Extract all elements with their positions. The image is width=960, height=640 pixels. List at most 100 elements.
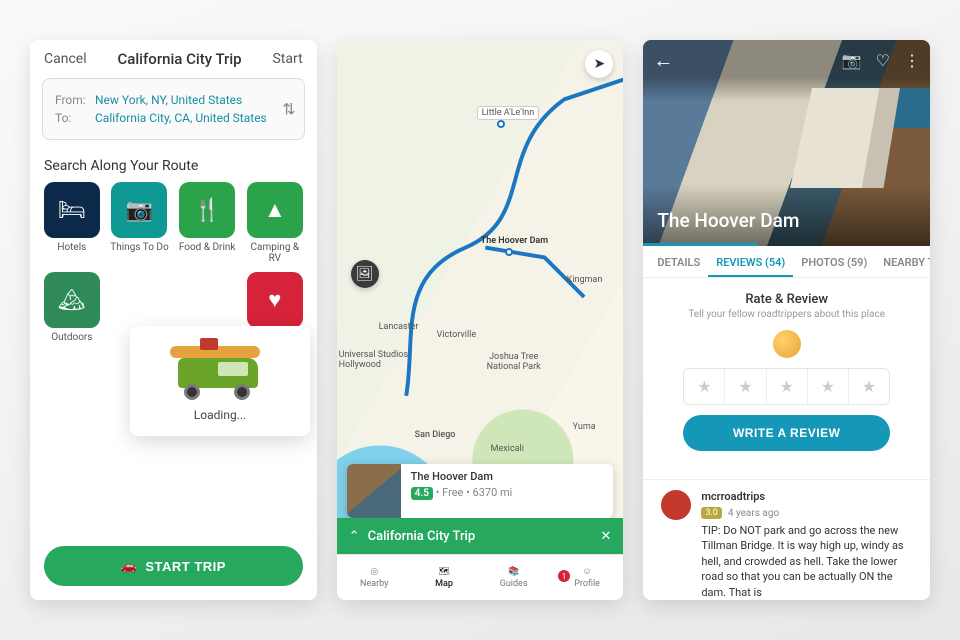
loading-text: Loading... (194, 408, 246, 422)
coin-icon (773, 330, 801, 358)
swap-icon[interactable]: ⇅ (282, 100, 295, 119)
camera-icon[interactable]: 📷 (842, 51, 862, 70)
bottom-nav: ◎ Nearby 🗺 Map 📚Guides ☺ Profile 1 (337, 554, 624, 600)
tab-nearby[interactable]: NEARBY TRIPS (875, 246, 930, 277)
photos-toggle-button[interactable]: 🖼 (351, 260, 379, 288)
map-label-universal: Universal Studios Hollywood (339, 350, 408, 370)
category-camping-rv[interactable]: ▲ Camping & RV (245, 182, 305, 264)
food-icon: 🍴 (193, 198, 220, 223)
category-label: Food & Drink (179, 242, 236, 253)
review-age: 4 years ago (728, 508, 779, 519)
review-item: mcrroadtrips 3.0 4 years ago TIP: Do NOT… (643, 479, 930, 600)
place-popup-card[interactable]: The Hoover Dam 4.5 • Free • 6370 mi (347, 464, 614, 518)
trip-bar-title: California City Trip (368, 529, 476, 544)
start-trip-label: START TRIP (145, 559, 226, 574)
nav-label: Profile (574, 579, 600, 589)
nearby-icon: ◎ (370, 567, 378, 577)
star-3[interactable]: ★ (767, 369, 808, 404)
nav-guides[interactable]: 📚Guides (500, 567, 528, 589)
avatar[interactable] (661, 490, 691, 520)
rate-title: Rate & Review (661, 292, 912, 307)
map-pin-hoover[interactable] (505, 248, 513, 256)
page-title: California City Trip (117, 50, 241, 68)
heart-icon[interactable]: ♡ (876, 51, 890, 70)
review-text: TIP: Do NOT park and go across the new T… (701, 523, 912, 600)
tab-photos[interactable]: PHOTOS (59) (793, 246, 875, 277)
from-value[interactable]: New York, NY, United States (95, 93, 242, 107)
map-label-yuma: Yuma (573, 422, 596, 432)
category-label: Things To Do (110, 242, 168, 253)
category-food-drink[interactable]: 🍴 Food & Drink (177, 182, 237, 264)
section-title: Search Along Your Route (44, 158, 303, 174)
map-label-mexicali: Mexicali (491, 444, 524, 454)
rate-review-box: Rate & Review Tell your fellow roadtripp… (643, 278, 930, 479)
location-arrow-icon: ➤ (593, 56, 605, 72)
close-icon[interactable]: ✕ (600, 529, 611, 544)
photo-icon: 🖼 (356, 266, 374, 282)
to-label: To: (55, 111, 89, 125)
from-label: From: (55, 93, 89, 107)
tab-details[interactable]: DETAILS (649, 246, 708, 277)
phone-map: ➤ 🖼 Little A'Le'Inn The Hoover Dam Kingm… (337, 40, 624, 600)
guides-icon: 📚 (508, 567, 519, 577)
header: Cancel California City Trip Start (30, 40, 317, 78)
star-4[interactable]: ★ (808, 369, 849, 404)
tab-reviews[interactable]: REVIEWS (54) (708, 246, 793, 277)
map-label-lancaster: Lancaster (379, 322, 419, 332)
more-icon[interactable]: ⋮ (904, 51, 920, 70)
map-label-hoover: The Hoover Dam (481, 236, 548, 246)
detail-tabs: DETAILS REVIEWS (54) PHOTOS (59) NEARBY … (643, 246, 930, 278)
phone-trip-planner: Cancel California City Trip Start From: … (30, 40, 317, 600)
car-icon: 🚗 (121, 558, 138, 574)
write-review-button[interactable]: WRITE A REVIEW (683, 415, 890, 451)
phone-place-detail: ← 📷 ♡ ⋮ The Hoover Dam DETAILS REVIEWS (… (643, 40, 930, 600)
star-5[interactable]: ★ (849, 369, 889, 404)
back-icon[interactable]: ← (653, 48, 673, 73)
map-label-kingman: Kingman (567, 275, 603, 285)
star-rating-input[interactable]: ★ ★ ★ ★ ★ (683, 368, 890, 405)
mountain-icon: 🏔 (58, 288, 86, 313)
map-label-alien: Little A'Le'Inn (477, 106, 540, 120)
category-things-to-do[interactable]: 📷 Things To Do (110, 182, 170, 264)
trip-bar[interactable]: ⌃ California City Trip ✕ (337, 518, 624, 554)
map-icon: 🗺 (438, 567, 449, 577)
category-label: Hotels (57, 242, 86, 253)
to-value[interactable]: California City, CA, United States (95, 111, 267, 125)
map-label-victorville: Victorville (437, 330, 476, 340)
review-author[interactable]: mcrroadtrips (701, 490, 765, 503)
popup-thumbnail (347, 464, 401, 518)
map-pin[interactable] (497, 120, 505, 128)
profile-icon: ☺ (582, 566, 591, 577)
van-illustration (160, 340, 280, 400)
heart-icon: ♥ (268, 287, 281, 313)
hero-image: ← 📷 ♡ ⋮ The Hoover Dam (643, 40, 930, 246)
popup-rating-badge: 4.5 (411, 487, 433, 500)
category-label: Outdoors (51, 332, 92, 343)
rate-subtitle: Tell your fellow roadtrippers about this… (661, 309, 912, 320)
nav-label: Map (435, 579, 453, 589)
cancel-button[interactable]: Cancel (44, 51, 87, 67)
popup-title: The Hoover Dam (411, 470, 513, 483)
route-input-box: From: New York, NY, United States To: Ca… (42, 78, 305, 140)
start-trip-button[interactable]: 🚗 START TRIP (44, 546, 303, 586)
popup-meta: • Free • 6370 mi (436, 486, 513, 499)
bed-icon: 🛏 (58, 198, 86, 223)
camera-icon: 📷 (126, 198, 153, 223)
map-label-joshua: Joshua Tree National Park (487, 352, 541, 372)
notification-badge: 1 (558, 570, 570, 582)
nav-label: Nearby (360, 579, 388, 589)
map-label-sandiego: San Diego (415, 430, 456, 440)
review-rating-badge: 3.0 (701, 507, 722, 519)
star-1[interactable]: ★ (684, 369, 725, 404)
loading-card: Loading... (130, 326, 310, 436)
star-2[interactable]: ★ (725, 369, 766, 404)
tent-icon: ▲ (264, 197, 286, 223)
start-link[interactable]: Start (272, 51, 302, 67)
nav-profile[interactable]: ☺Profile 1 (574, 566, 600, 589)
category-label: Camping & RV (245, 242, 305, 264)
category-hotels[interactable]: 🛏 Hotels (42, 182, 102, 264)
category-outdoors[interactable]: 🏔 Outdoors (42, 272, 102, 354)
nav-nearby[interactable]: ◎ Nearby (360, 567, 388, 589)
chevron-up-icon: ⌃ (349, 529, 360, 544)
nav-map[interactable]: 🗺 Map (435, 567, 453, 589)
